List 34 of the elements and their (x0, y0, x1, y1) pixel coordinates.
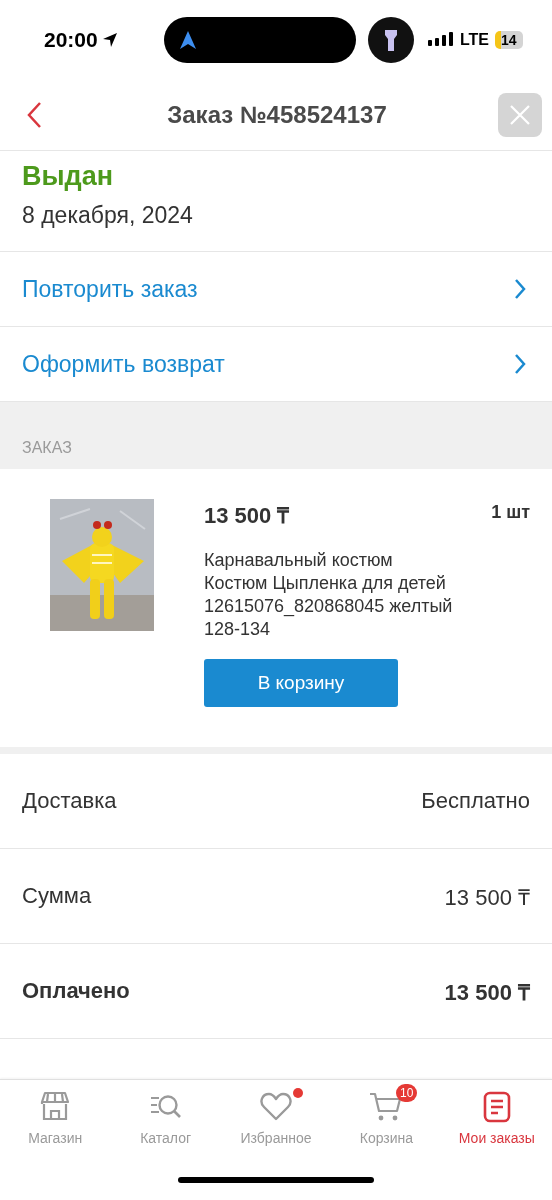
tab-bar-item[interactable]: Мои заказы (441, 1080, 552, 1160)
clock: 20:00 (44, 28, 98, 52)
item-name: Карнавальный костюм Костюм Цыпленка для детей 12615076_820868045 желтый 128-134 (204, 549, 454, 641)
summary-label: Доставка (22, 788, 117, 814)
summary-value: Бесплатно (421, 788, 530, 814)
flashlight-icon (368, 17, 414, 63)
chevron-right-icon (514, 278, 526, 300)
tab-bar-item[interactable]: Магазин (0, 1080, 111, 1160)
item-price: 13 500 ₸ (204, 502, 290, 529)
summary-value: 13 500 ₸ (444, 979, 530, 1006)
network-label: LTE (460, 31, 490, 49)
tab-bar-item[interactable]: Каталог (110, 1080, 221, 1160)
chevron-right-icon (514, 353, 526, 375)
item-quantity: 1 шт (491, 501, 530, 523)
close-icon (509, 104, 531, 126)
summary-label: Сумма (22, 883, 92, 909)
navigation-arrow-icon (180, 31, 196, 49)
location-arrow-icon (101, 32, 118, 48)
summary-value: 13 500 ₸ (444, 884, 530, 911)
back-icon (26, 101, 42, 129)
order-date: 8 декабря, 2024 (22, 202, 194, 229)
add-to-cart-button[interactable]: В корзину (204, 659, 398, 707)
section-title: ЗАКАЗ (22, 439, 72, 457)
signal-icon (428, 32, 454, 48)
tab-bar-item[interactable]: Избранное (220, 1080, 332, 1160)
battery-level: 14 (495, 31, 523, 49)
tab-bar-item[interactable]: 10 Корзина (331, 1080, 442, 1160)
action-label: Оформить возврат (22, 350, 225, 378)
screen-title: Заказ №458524137 (166, 101, 388, 129)
summary-label: Оплачено (22, 978, 130, 1004)
action-row[interactable]: Повторить заказ (0, 252, 552, 327)
count-badge: 10 (396, 1084, 418, 1102)
action-label: Повторить заказ (22, 275, 198, 303)
order-status: Выдан (22, 161, 115, 192)
